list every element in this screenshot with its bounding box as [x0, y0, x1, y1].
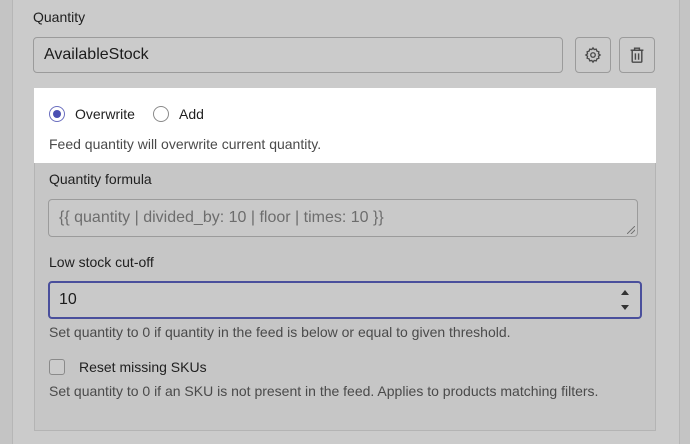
trash-icon: [630, 47, 644, 63]
reset-help-text: Set quantity to 0 if an SKU is not prese…: [49, 383, 599, 399]
cutoff-number-input[interactable]: 10: [48, 281, 642, 319]
quantity-label: Quantity: [33, 9, 86, 25]
radio-add-label[interactable]: Add: [179, 106, 204, 122]
cutoff-help-text: Set quantity to 0 if quantity in the fee…: [49, 324, 511, 340]
formula-placeholder: {{ quantity | divided_by: 10 | floor | t…: [59, 209, 384, 226]
gear-icon: [584, 46, 602, 64]
cutoff-label: Low stock cut-off: [49, 254, 154, 270]
cutoff-value: 10: [59, 291, 77, 308]
stepper-up-icon[interactable]: [621, 290, 629, 295]
quantity-field-input[interactable]: AvailableStock: [33, 37, 563, 73]
formula-textarea[interactable]: {{ quantity | divided_by: 10 | floor | t…: [48, 199, 638, 237]
radio-add[interactable]: [153, 106, 169, 122]
reset-missing-skus-checkbox[interactable]: [49, 359, 65, 375]
mode-help-text: Feed quantity will overwrite current qua…: [49, 136, 322, 152]
settings-button[interactable]: [575, 37, 611, 73]
radio-overwrite[interactable]: [49, 106, 65, 122]
delete-button[interactable]: [619, 37, 655, 73]
reset-missing-skus-label[interactable]: Reset missing SKUs: [79, 359, 207, 375]
resize-handle-icon[interactable]: [627, 226, 635, 234]
number-stepper[interactable]: [620, 290, 630, 310]
formula-label: Quantity formula: [49, 171, 152, 187]
stepper-down-icon[interactable]: [621, 305, 629, 310]
radio-overwrite-label[interactable]: Overwrite: [75, 106, 135, 122]
